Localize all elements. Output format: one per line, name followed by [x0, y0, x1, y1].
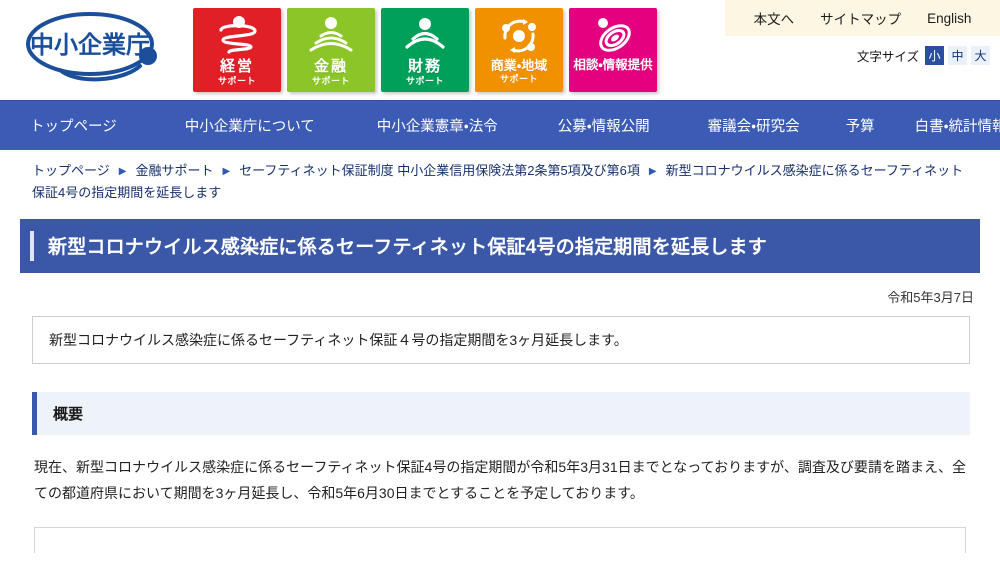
- breadcrumb-separator-icon: ▶: [118, 166, 127, 177]
- publish-date: 令和5年3月7日: [887, 289, 974, 305]
- main-content: 新型コロナウイルス感染症に係るセーフティネット保証4号の指定期間を延長します 令…: [0, 218, 1000, 553]
- wifi-arc-icon: [405, 18, 445, 49]
- page-title-banner: 新型コロナウイルス感染症に係るセーフティネット保証4号の指定期間を延長します: [20, 218, 980, 273]
- site-header: 中小企業庁 経営 サポート 金融 サポート 財務 サポート 商業・地域 サポート…: [0, 0, 1000, 100]
- page-root: 中小企業庁 経営 サポート 金融 サポート 財務 サポート 商業・地域 サポート…: [0, 0, 1000, 562]
- nav-item-councils[interactable]: 審議会・研究会: [708, 115, 800, 136]
- category-button-zaimu[interactable]: 財務 サポート: [381, 8, 469, 92]
- breadcrumb-separator-icon: ▶: [648, 166, 657, 177]
- nav-item-public-offering[interactable]: 公募・情報公開: [558, 115, 650, 136]
- nav-item-about[interactable]: 中小企業庁について: [185, 115, 315, 136]
- category-label-sub: サポート: [217, 76, 256, 86]
- category-button-shogyo-chiiki[interactable]: 商業・地域 サポート: [475, 8, 563, 92]
- font-size-small-button[interactable]: 小: [925, 46, 944, 65]
- breadcrumb-item-top[interactable]: トップページ: [32, 163, 110, 178]
- title-accent-bar: [30, 230, 34, 261]
- category-label-main: 財務: [407, 58, 442, 75]
- skip-to-content-link[interactable]: 本文へ: [754, 8, 795, 28]
- utility-nav: 本文へ サイトマップ English: [725, 0, 1000, 36]
- nav-item-top[interactable]: トップページ: [30, 115, 117, 136]
- swirl-ellipse-icon: [598, 18, 631, 52]
- category-button-kinyu[interactable]: 金融 サポート: [287, 8, 375, 92]
- category-button-sodan-joho[interactable]: 相談・情報提供: [569, 8, 657, 92]
- nav-item-whitepaper-stats[interactable]: 白書・統計情報: [915, 115, 1000, 136]
- font-size-label: 文字サイズ: [856, 50, 919, 64]
- breadcrumb-item-safetynet-system[interactable]: セーフティネット保証制度 中小企業信用保険法第2条第5項及び第6項: [239, 163, 640, 178]
- page-title: 新型コロナウイルス感染症に係るセーフティネット保証4号の指定期間を延長します: [48, 237, 767, 259]
- category-label-main: 経営: [219, 58, 254, 75]
- category-button-group: 経営 サポート 金融 サポート 財務 サポート 商業・地域 サポート 相談・情報…: [193, 8, 657, 92]
- font-size-control: 文字サイズ 小 中 大: [857, 46, 990, 65]
- chusho-kigyocho-logo[interactable]: 中小企業庁: [14, 8, 179, 90]
- category-label-sub: サポート: [311, 76, 350, 86]
- lead-summary-box: 新型コロナウイルス感染症に係るセーフティネット保証４号の指定期間を3ヶ月延長しま…: [32, 315, 970, 364]
- section-heading-gaiyo: 概要: [32, 391, 970, 435]
- nav-item-charter-laws[interactable]: 中小企業憲章・法令: [377, 115, 498, 136]
- breadcrumb-separator-icon: ▶: [222, 166, 231, 177]
- category-button-keiei[interactable]: 経営 サポート: [193, 8, 281, 92]
- breadcrumb-item-kinyu-support[interactable]: 金融サポート: [135, 163, 213, 178]
- wave-arc-icon: [309, 17, 353, 52]
- font-size-large-button[interactable]: 大: [971, 46, 990, 65]
- sitemap-link[interactable]: サイトマップ: [820, 8, 901, 28]
- english-link[interactable]: English: [927, 11, 971, 26]
- main-navigation: トップページ 中小企業庁について 中小企業憲章・法令 公募・情報公開 審議会・研…: [0, 100, 1000, 150]
- category-label-main: 商業・地域: [490, 58, 548, 73]
- nav-item-budget[interactable]: 予算: [846, 115, 875, 136]
- body-paragraph: 現在、新型コロナウイルス感染症に係るセーフティネット保証4号の指定期間が令和5年…: [34, 458, 966, 501]
- category-label-main: 金融: [313, 58, 348, 75]
- category-label-main: 相談・情報提供: [573, 58, 653, 72]
- spiral-icon: [219, 16, 257, 54]
- next-section-box: [34, 526, 966, 553]
- breadcrumb: トップページ ▶ 金融サポート ▶ セーフティネット保証制度 中小企業信用保険法第2条第…: [0, 150, 1000, 211]
- font-size-medium-button[interactable]: 中: [948, 46, 967, 65]
- circular-arrows-icon: [502, 19, 536, 53]
- category-label-sub: サポート: [405, 76, 444, 86]
- category-label-sub: サポート: [499, 74, 538, 84]
- svg-text:中小企業庁: 中小企業庁: [30, 31, 150, 59]
